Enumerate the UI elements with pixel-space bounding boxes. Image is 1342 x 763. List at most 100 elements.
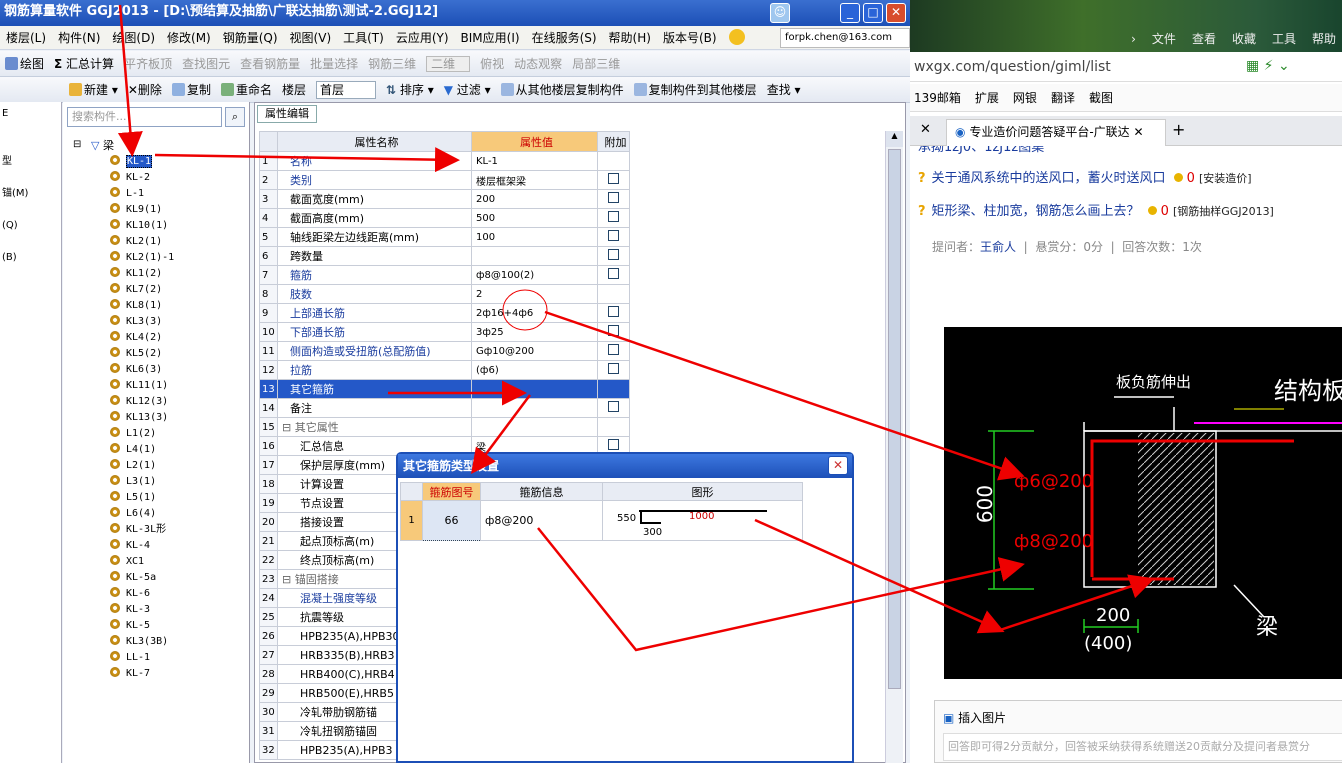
property-row[interactable]: 7 箍筋 ф8@100(2) bbox=[259, 265, 630, 285]
extra-checkbox[interactable] bbox=[608, 344, 619, 355]
draw-button[interactable]: 绘图 bbox=[5, 57, 44, 71]
property-value[interactable] bbox=[471, 379, 598, 399]
property-value[interactable]: 楼层框架梁 bbox=[471, 170, 598, 190]
dynamic-view-button[interactable]: 动态观察 bbox=[514, 57, 562, 71]
property-value[interactable] bbox=[471, 398, 598, 418]
batch-select-button[interactable]: 批量选择 bbox=[310, 57, 358, 71]
tree-item[interactable]: KL12(3) bbox=[110, 394, 168, 410]
property-value[interactable]: 3ф25 bbox=[471, 322, 598, 342]
property-value[interactable]: KL-1 bbox=[471, 151, 598, 171]
property-row[interactable]: 10 下部通长筋 3ф25 bbox=[259, 322, 630, 342]
property-row[interactable]: 5 轴线距梁左边线距离(mm) 100 bbox=[259, 227, 630, 247]
question-link-cut[interactable]: 承拗1zJ0、1zJ1z图集 bbox=[918, 146, 1044, 156]
table-row[interactable]: 1 66 ф8@200 550 1000 300 bbox=[400, 500, 803, 541]
new-button[interactable]: 新建 ▾ bbox=[69, 83, 118, 97]
minimize-button[interactable]: _ bbox=[840, 3, 860, 23]
tree-item[interactable]: KL2(1)-1 bbox=[110, 250, 174, 266]
overlook-button[interactable]: 俯视 bbox=[480, 57, 504, 71]
property-row[interactable]: 15 ⊟ 其它属性 bbox=[259, 417, 630, 437]
property-row[interactable]: 8 肢数 2 bbox=[259, 284, 630, 304]
tree-item[interactable]: KL13(3) bbox=[110, 410, 168, 426]
collapse-icon[interactable]: ⊟ bbox=[282, 421, 295, 434]
tree-item[interactable]: L4(1) bbox=[110, 442, 156, 458]
extra-checkbox[interactable] bbox=[608, 439, 619, 450]
property-value[interactable]: 2ф16+4ф6 bbox=[471, 303, 598, 323]
copy-to-floor-button[interactable]: 复制构件到其他楼层 bbox=[633, 83, 757, 97]
sort-button[interactable]: ⇅ 排序 ▾ bbox=[386, 83, 434, 97]
tree-item[interactable]: KL4(2) bbox=[110, 330, 162, 346]
tree-item[interactable]: KL5(2) bbox=[110, 346, 162, 362]
module-item[interactable] bbox=[0, 378, 61, 394]
stirrup-info-cell[interactable]: ф8@200 bbox=[480, 500, 603, 541]
copy-button[interactable]: 复制 bbox=[171, 83, 211, 97]
rebar-3d-button[interactable]: 钢筋三维 bbox=[368, 57, 416, 71]
tree-item[interactable]: L6(4) bbox=[110, 506, 156, 522]
property-row[interactable]: 9 上部通长筋 2ф16+4ф6 bbox=[259, 303, 630, 323]
property-value[interactable]: 500 bbox=[471, 208, 598, 228]
property-value[interactable]: 200 bbox=[471, 189, 598, 209]
face-icon[interactable] bbox=[728, 29, 745, 45]
extra-checkbox[interactable] bbox=[608, 401, 619, 412]
property-row[interactable]: 12 拉筋 (ф6) bbox=[259, 360, 630, 380]
search-input[interactable]: 搜索构件... bbox=[67, 107, 222, 127]
account-email[interactable]: forpk.chen@163.com bbox=[780, 28, 910, 48]
tree-item[interactable]: L3(1) bbox=[110, 474, 156, 490]
tree-item[interactable]: KL3(3) bbox=[110, 314, 162, 330]
tree-item[interactable]: KL2(1) bbox=[110, 234, 162, 250]
module-item[interactable] bbox=[0, 122, 61, 138]
question-link[interactable]: ? 关于通风系统中的送风口，蓄火时送风口 0 [安装造价] bbox=[918, 168, 1252, 190]
property-row[interactable]: 13 其它箍筋 bbox=[259, 379, 630, 399]
module-item[interactable] bbox=[0, 346, 61, 362]
menu-cloud[interactable]: 云应用(Y) bbox=[396, 31, 449, 45]
module-item[interactable] bbox=[0, 362, 61, 378]
view-rebar-button[interactable]: 查看钢筋量 bbox=[240, 57, 300, 71]
tree-item[interactable]: L2(1) bbox=[110, 458, 156, 474]
find-element-button[interactable]: 查找图元 bbox=[182, 57, 230, 71]
sum-button[interactable]: Σ 汇总计算 bbox=[54, 57, 114, 71]
tree-item[interactable]: L-1 bbox=[110, 186, 144, 202]
property-row[interactable]: 14 备注 bbox=[259, 398, 630, 418]
property-value[interactable]: ф8@100(2) bbox=[471, 265, 598, 285]
module-item[interactable] bbox=[0, 410, 61, 426]
tree-item[interactable]: KL3(3B) bbox=[110, 634, 168, 650]
property-row[interactable]: 4 截面高度(mm) 500 bbox=[259, 208, 630, 228]
tree-item[interactable]: KL-7 bbox=[110, 666, 150, 682]
fav-screenshot[interactable]: 截图 bbox=[1089, 91, 1113, 105]
menu-floor[interactable]: 楼层(L) bbox=[6, 31, 46, 45]
fav-translate[interactable]: 翻译 bbox=[1051, 91, 1075, 105]
find-button[interactable]: 查找 ▾ bbox=[767, 83, 801, 97]
menu-view[interactable]: 查看 bbox=[1192, 32, 1216, 46]
skin-icon[interactable]: ☺ bbox=[770, 3, 790, 23]
vertical-scrollbar[interactable]: ▲ bbox=[885, 131, 903, 763]
tree-root[interactable]: ▽ 梁 bbox=[91, 137, 114, 153]
extra-checkbox[interactable] bbox=[608, 173, 619, 184]
insert-image-button[interactable]: ▣ 插入图片 bbox=[943, 709, 1006, 726]
floor-select[interactable]: 首层 bbox=[315, 81, 376, 99]
maximize-button[interactable]: □ bbox=[863, 3, 883, 23]
stirrup-code-cell[interactable]: 66 bbox=[422, 500, 481, 541]
tree-item[interactable]: L1(2) bbox=[110, 426, 156, 442]
module-item[interactable] bbox=[0, 394, 61, 410]
dialog-close-button[interactable]: ✕ bbox=[828, 456, 848, 475]
menu-help[interactable]: 帮助(H) bbox=[609, 31, 651, 45]
module-item[interactable] bbox=[0, 282, 61, 298]
module-item[interactable]: E bbox=[0, 106, 61, 122]
extra-checkbox[interactable] bbox=[608, 249, 619, 260]
stirrup-shape-cell[interactable]: 550 1000 300 bbox=[602, 500, 803, 541]
tree-item[interactable]: KL9(1) bbox=[110, 202, 162, 218]
collapse-icon[interactable]: ⊟ bbox=[282, 573, 295, 586]
tree-item[interactable]: KL6(3) bbox=[110, 362, 162, 378]
menu-online[interactable]: 在线服务(S) bbox=[532, 31, 597, 45]
menu-favorites[interactable]: 收藏 bbox=[1232, 32, 1256, 46]
tree-item[interactable]: KL8(1) bbox=[110, 298, 162, 314]
tree-item[interactable]: KL1(2) bbox=[110, 266, 162, 282]
tree-item[interactable]: KL-4 bbox=[110, 538, 150, 554]
menu-bim[interactable]: BIM应用(I) bbox=[461, 31, 520, 45]
property-value[interactable]: 2 bbox=[471, 284, 598, 304]
property-row[interactable]: 2 类别 楼层框架梁 bbox=[259, 170, 630, 190]
property-value[interactable]: 100 bbox=[471, 227, 598, 247]
close-button[interactable]: ✕ bbox=[886, 3, 906, 23]
module-item[interactable] bbox=[0, 298, 61, 314]
tree-item[interactable]: KL-3L形 bbox=[110, 522, 166, 538]
property-row[interactable]: 1 名称 KL-1 bbox=[259, 151, 630, 171]
